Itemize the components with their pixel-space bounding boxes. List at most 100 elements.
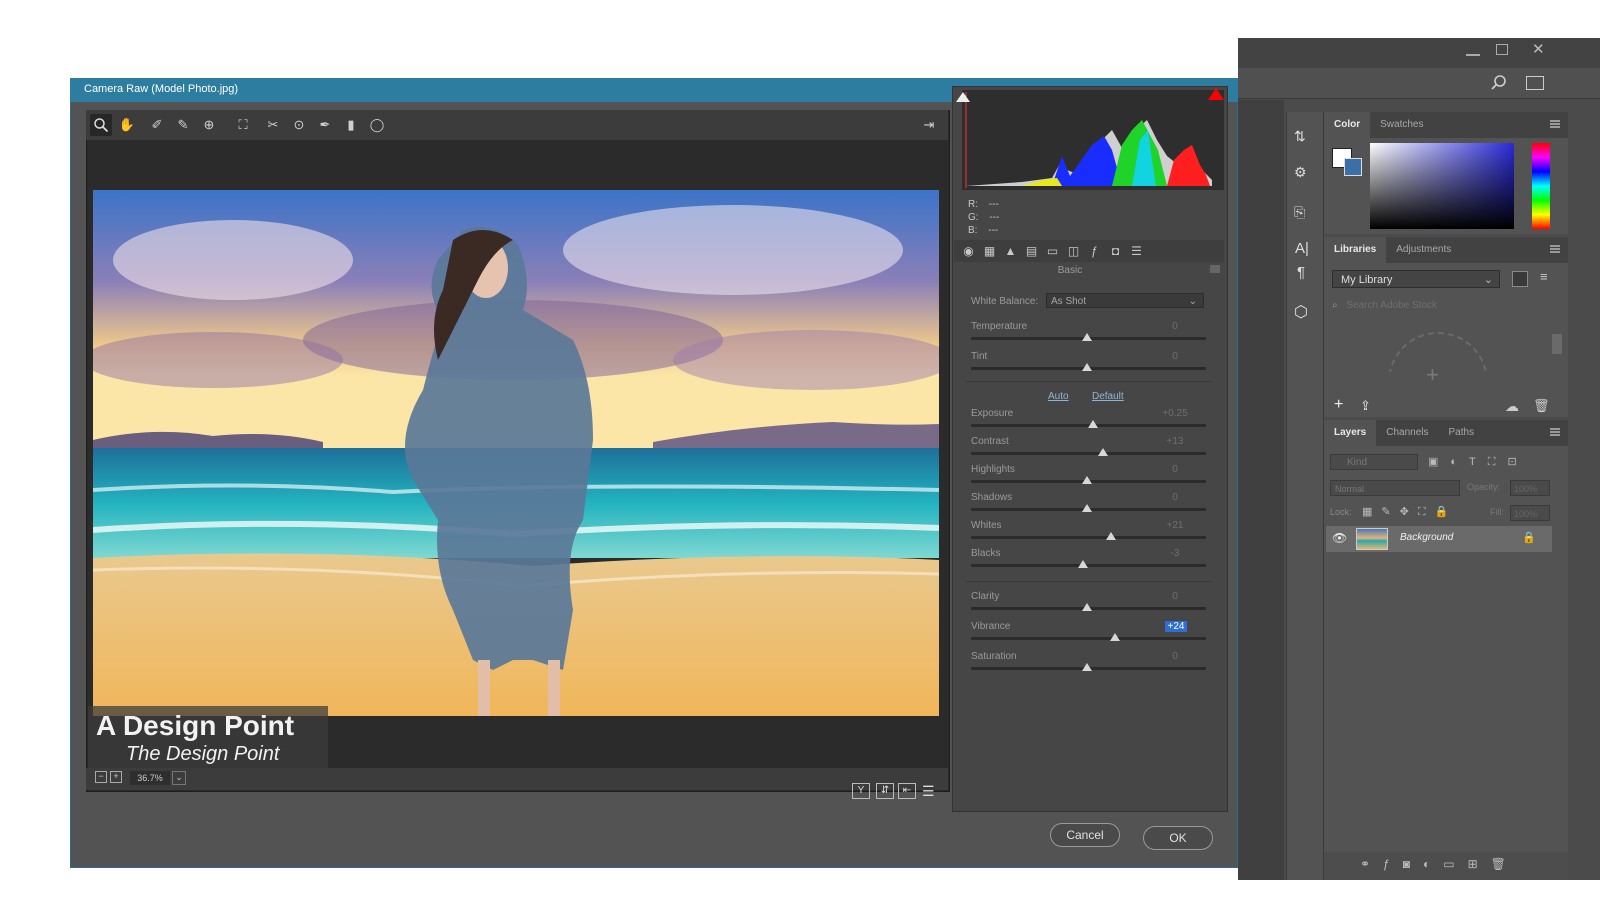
library-scrollbar[interactable] [1552,334,1562,354]
copy-settings-icon[interactable]: ⇤ [898,783,916,799]
vibrance-value[interactable]: +24 [1165,621,1187,632]
whites-slider-thumb[interactable] [1106,532,1116,540]
3d-icon[interactable]: ⬡ [1294,302,1308,322]
contrast-slider-thumb[interactable] [1098,448,1108,456]
spot-removal-tool-icon[interactable]: ✂ [262,114,284,136]
hand-tool-icon[interactable]: ✋ [116,114,138,136]
plus-icon[interactable]: + [1426,362,1439,388]
red-eye-tool-icon[interactable]: ⊙ [288,114,310,136]
panel-menu-icon[interactable] [1550,245,1560,253]
contrast-value[interactable]: +13 [1150,436,1200,447]
eye-icon[interactable]: 👁 [1332,531,1347,545]
basic-tab-icon[interactable]: ◉ [960,243,977,259]
zoom-in-icon[interactable]: + [110,771,122,783]
whites-slider-track[interactable] [971,536,1206,539]
zoom-level[interactable]: 36.7% [130,771,170,785]
library-select[interactable]: My Library ⌄ [1332,270,1500,288]
blend-mode-select[interactable]: Normal [1330,480,1460,496]
layer-row[interactable]: 👁 Background 🔒 [1326,526,1552,552]
zoom-dropdown-icon[interactable]: ⌄ [172,771,186,785]
close-icon[interactable]: ✕ [1532,40,1545,58]
search-icon[interactable] [1490,74,1508,92]
zoom-tool-icon[interactable] [90,114,112,136]
tab-layers[interactable]: Layers [1324,420,1377,446]
clarity-value[interactable]: 0 [1150,591,1200,602]
panel-menu-icon[interactable] [1550,428,1560,436]
trash-icon[interactable]: 🗑 [1533,398,1550,414]
layer-kind-filter[interactable]: Kind [1330,454,1418,470]
white-balance-select[interactable]: As Shot ⌄ [1046,293,1204,308]
photo-preview[interactable] [93,190,939,716]
tint-value[interactable]: 0 [1150,351,1200,362]
grid-view-icon[interactable] [1512,271,1528,287]
vibrance-slider-track[interactable] [971,637,1206,640]
cancel-button[interactable]: Cancel [1050,823,1120,847]
split-toning-tab-icon[interactable]: ▭ [1044,243,1061,259]
targeted-adjustment-tool-icon[interactable]: ⊕ [198,114,220,136]
tone-curve-tab-icon[interactable]: ▦ [981,243,998,259]
open-photoshop-icon[interactable]: ⇥ [918,114,940,136]
tab-swatches[interactable]: Swatches [1370,112,1433,138]
contrast-slider-track[interactable] [971,452,1206,455]
default-button[interactable]: Default [1092,391,1124,402]
shadows-value[interactable]: 0 [1150,492,1200,503]
workspace-icon[interactable] [1526,76,1544,90]
zoom-out-icon[interactable]: − [95,771,107,783]
panel-menu-icon[interactable] [1550,120,1560,128]
history-icon[interactable]: ⇅ [1294,128,1306,145]
restore-icon[interactable] [1496,44,1508,55]
clarity-slider-thumb[interactable] [1082,603,1092,611]
hue-slider[interactable] [1532,143,1550,229]
detail-tab-icon[interactable]: ▲ [1002,243,1019,259]
temperature-value[interactable]: 0 [1150,321,1200,332]
tint-slider-thumb[interactable] [1082,363,1092,371]
preview-settings-icon[interactable]: ☰ [922,783,935,800]
saturation-value[interactable]: 0 [1150,651,1200,662]
fill-field[interactable]: 100% [1510,505,1550,521]
layers-footer-icons[interactable]: ⚭ƒ◙◐▭⊞🗑 [1360,857,1519,871]
background-swatch[interactable] [1344,158,1362,176]
stock-search-field[interactable]: ⌕ Search Adobe Stock [1332,297,1560,315]
lens-tab-icon[interactable]: ◫ [1065,243,1082,259]
tab-adjustments[interactable]: Adjustments [1386,237,1461,263]
list-view-icon[interactable]: ≡ [1540,269,1548,284]
hsl-tab-icon[interactable]: ▤ [1023,243,1040,259]
white-balance-tool-icon[interactable]: ✐ [146,114,168,136]
camera-calibration-tab-icon[interactable]: ◘ [1107,243,1124,259]
properties-icon[interactable]: ⚙ [1294,164,1307,181]
effects-tab-icon[interactable]: ƒ [1086,243,1103,259]
add-library-icon[interactable]: + [1334,396,1343,414]
highlights-value[interactable]: 0 [1150,464,1200,475]
adjustment-brush-icon[interactable]: ✒ [314,114,336,136]
minimize-icon[interactable] [1466,44,1480,56]
blacks-value[interactable]: -3 [1150,548,1200,559]
whites-value[interactable]: +21 [1150,520,1200,531]
radial-filter-icon[interactable]: ◯ [366,114,388,136]
filter-icons[interactable]: ▣◐T⛶⊡ [1428,455,1529,469]
blacks-slider-track[interactable] [971,564,1206,567]
temperature-slider-thumb[interactable] [1082,333,1092,341]
shadows-slider-thumb[interactable] [1082,504,1092,512]
upload-icon[interactable]: ⇪ [1360,398,1371,414]
blacks-slider-thumb[interactable] [1078,560,1088,568]
saturation-slider-thumb[interactable] [1082,663,1092,671]
exposure-slider-thumb[interactable] [1088,420,1098,428]
graduated-filter-icon[interactable]: ▮ [340,114,362,136]
presets-tab-icon[interactable]: ☰ [1128,243,1145,259]
paragraph-icon[interactable]: ¶ [1297,264,1305,281]
highlight-clipping-warning-icon[interactable] [1208,88,1224,100]
tab-paths[interactable]: Paths [1439,420,1485,446]
swap-settings-icon[interactable]: ⇵ [876,783,894,799]
section-menu-icon[interactable] [1210,265,1220,273]
cloud-sync-icon[interactable]: ☁ [1505,398,1519,415]
clone-source-icon[interactable]: ⎘ [1294,204,1305,221]
character-icon[interactable]: A| [1295,240,1309,257]
ok-button[interactable]: OK [1143,826,1213,850]
tab-channels[interactable]: Channels [1376,420,1438,446]
lock-icons[interactable]: ▦✎✥⛶🔒 [1362,505,1457,519]
highlights-slider-thumb[interactable] [1082,476,1092,484]
auto-button[interactable]: Auto [1048,391,1069,402]
shadow-clipping-warning-icon[interactable] [956,92,970,102]
exposure-value[interactable]: +0.25 [1150,408,1200,419]
tab-color[interactable]: Color [1324,112,1371,138]
